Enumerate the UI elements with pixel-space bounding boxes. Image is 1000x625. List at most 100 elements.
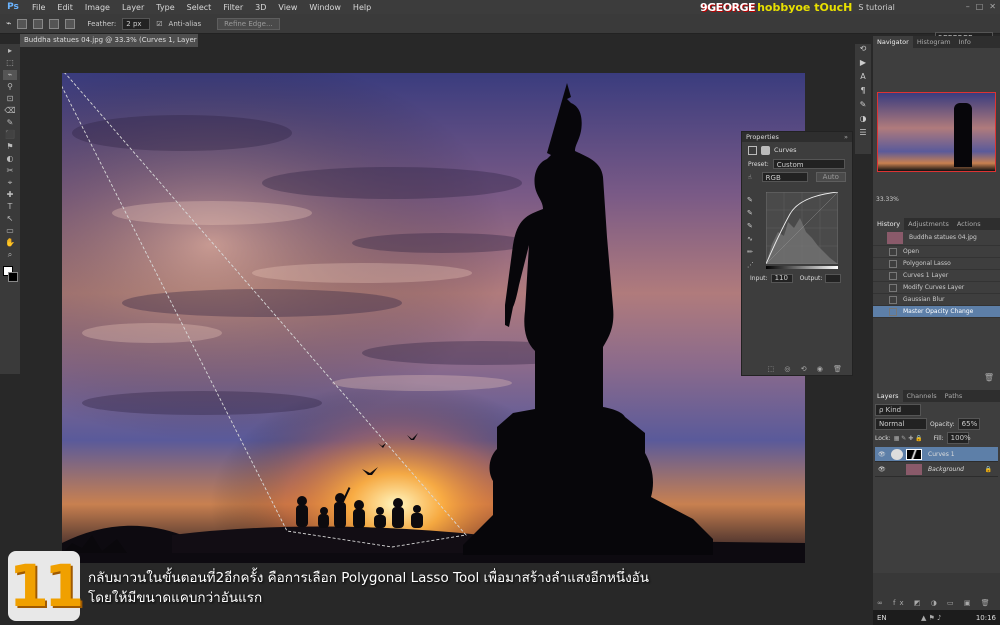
- menu-window[interactable]: Window: [303, 3, 347, 12]
- refine-edge-button[interactable]: Refine Edge...: [217, 17, 280, 30]
- eyedropper-tool-icon[interactable]: ⌫: [3, 106, 17, 116]
- eye-icon[interactable]: 👁: [878, 451, 888, 458]
- tab-adjustments[interactable]: Adjustments: [904, 218, 953, 230]
- layer-mask-thumbnail[interactable]: [906, 448, 922, 460]
- tab-histogram[interactable]: Histogram: [913, 36, 955, 48]
- output-value[interactable]: [825, 274, 842, 283]
- tray-icons[interactable]: ▲ ⚑ ♪: [921, 614, 942, 622]
- menu-image[interactable]: Image: [79, 3, 116, 12]
- properties-panel-icon[interactable]: ☰: [855, 128, 871, 142]
- history-item-label: Curves 1 Layer: [903, 272, 949, 279]
- fill-input[interactable]: 100%: [946, 432, 971, 444]
- feather-input[interactable]: 2 px: [122, 17, 151, 30]
- layer-row-curves[interactable]: 👁 Curves 1: [875, 447, 998, 462]
- move-tool-icon[interactable]: ▸: [3, 46, 17, 56]
- healing-tool-icon[interactable]: ✎: [3, 118, 17, 128]
- tab-paths[interactable]: Paths: [941, 390, 967, 402]
- background-color[interactable]: [8, 272, 18, 282]
- brush-tool-icon[interactable]: ⬛: [3, 130, 17, 140]
- menu-help[interactable]: Help: [347, 3, 377, 12]
- hand-tool-icon[interactable]: ✋: [3, 238, 17, 248]
- minimize-icon[interactable]: –: [966, 2, 970, 11]
- preset-select[interactable]: Custom: [772, 159, 845, 169]
- tab-history[interactable]: History: [873, 218, 905, 230]
- history-item-selected[interactable]: Master Opacity Change: [873, 306, 1000, 318]
- eraser-tool-icon[interactable]: ✂: [3, 166, 17, 176]
- history-snapshot[interactable]: Buddha statues 04.jpg: [873, 230, 1000, 246]
- caption-line-2: โดยให้มีขนาดแคบกว่าอันแรก: [88, 590, 263, 606]
- smooth-icon[interactable]: ⋰: [747, 259, 759, 272]
- gradient-tool-icon[interactable]: ⌖: [3, 178, 17, 188]
- eyedropper-white-icon[interactable]: ✎: [747, 220, 759, 233]
- opacity-input[interactable]: 65%: [957, 418, 980, 430]
- menu-edit[interactable]: Edit: [51, 3, 79, 12]
- antialias-checkbox[interactable]: ☑: [156, 20, 162, 28]
- brush-panel-icon[interactable]: ✎: [855, 100, 871, 114]
- trash-icon[interactable]: 🗑: [984, 373, 994, 382]
- history-brush-tool-icon[interactable]: ◐: [3, 154, 17, 164]
- curve-point-tool-icon[interactable]: ∿: [747, 233, 759, 246]
- eyedropper-gray-icon[interactable]: ✎: [747, 207, 759, 220]
- channel-select[interactable]: RGB: [761, 172, 808, 182]
- intersect-selection-icon[interactable]: [65, 18, 76, 29]
- character-panel-icon[interactable]: A: [855, 72, 871, 86]
- history-item[interactable]: Modify Curves Layer: [873, 282, 1000, 294]
- language-indicator[interactable]: EN: [877, 614, 887, 622]
- menu-view[interactable]: View: [272, 3, 303, 12]
- menu-layer[interactable]: Layer: [116, 3, 150, 12]
- input-value[interactable]: 110: [770, 274, 793, 283]
- blend-mode-select[interactable]: Normal: [875, 418, 927, 430]
- path-select-tool-icon[interactable]: ↖: [3, 214, 17, 224]
- tab-channels[interactable]: Channels: [903, 390, 941, 402]
- pen-tool-icon[interactable]: ✚: [3, 190, 17, 200]
- curves-graph[interactable]: [766, 192, 838, 264]
- subtract-selection-icon[interactable]: [49, 18, 60, 29]
- history-item[interactable]: Open: [873, 246, 1000, 258]
- close-icon[interactable]: ✕: [989, 2, 996, 11]
- history-item[interactable]: Curves 1 Layer: [873, 270, 1000, 282]
- zoom-tool-icon[interactable]: ⌕: [3, 250, 17, 260]
- type-tool-icon[interactable]: T: [3, 202, 17, 212]
- eyedropper-black-icon[interactable]: ✎: [747, 194, 759, 207]
- menu-3d[interactable]: 3D: [249, 3, 272, 12]
- adjustments-panel-icon[interactable]: ◑: [855, 114, 871, 128]
- tab-info[interactable]: Info: [955, 36, 975, 48]
- panel-collapse-icon[interactable]: »: [844, 132, 848, 142]
- lock-icons[interactable]: ▦ ✎ ✚ 🔒: [894, 435, 923, 442]
- quick-select-tool-icon[interactable]: ⚲: [3, 82, 17, 92]
- tab-actions[interactable]: Actions: [953, 218, 985, 230]
- add-selection-icon[interactable]: [33, 18, 44, 29]
- document-tab[interactable]: Buddha statues 04.jpg @ 33.3% (Curves 1,…: [20, 34, 198, 47]
- navigator-zoom[interactable]: 33.33%: [876, 196, 899, 203]
- marquee-tool-icon[interactable]: ⬚: [3, 58, 17, 68]
- pencil-draw-icon[interactable]: ✏: [747, 246, 759, 259]
- canvas-image[interactable]: [62, 73, 805, 563]
- paragraph-panel-icon[interactable]: ¶: [855, 86, 871, 100]
- stamp-tool-icon[interactable]: ⚑: [3, 142, 17, 152]
- layer-row-background[interactable]: 👁 Background 🔒: [875, 462, 998, 477]
- history-item[interactable]: Gaussian Blur: [873, 294, 1000, 306]
- clock[interactable]: 10:16: [976, 614, 996, 622]
- tab-layers[interactable]: Layers: [873, 390, 903, 402]
- mask-icon[interactable]: [761, 145, 770, 155]
- targeted-adjust-icon[interactable]: ☝: [748, 174, 752, 181]
- menu-type[interactable]: Type: [150, 3, 180, 12]
- eye-icon[interactable]: 👁: [878, 466, 888, 473]
- layer-kind-filter[interactable]: ρ Kind: [875, 404, 921, 416]
- lasso-tool-icon[interactable]: ⌁: [3, 70, 17, 80]
- auto-button[interactable]: Auto: [815, 172, 846, 182]
- menu-select[interactable]: Select: [181, 3, 218, 12]
- shape-tool-icon[interactable]: ▭: [3, 226, 17, 236]
- lasso-tool-icon[interactable]: ⌁: [6, 19, 11, 29]
- tab-navigator[interactable]: Navigator: [873, 36, 913, 48]
- crop-tool-icon[interactable]: ⊡: [3, 94, 17, 104]
- actions-panel-icon[interactable]: ▶: [855, 58, 871, 72]
- new-selection-icon[interactable]: [17, 18, 28, 29]
- menu-file[interactable]: File: [26, 3, 51, 12]
- history-item[interactable]: Polygonal Lasso: [873, 258, 1000, 270]
- navigator-thumbnail[interactable]: [877, 92, 996, 172]
- history-panel-icon[interactable]: ⟲: [855, 44, 871, 58]
- maximize-icon[interactable]: □: [976, 2, 984, 11]
- menu-filter[interactable]: Filter: [217, 3, 249, 12]
- color-swatches[interactable]: [0, 264, 20, 286]
